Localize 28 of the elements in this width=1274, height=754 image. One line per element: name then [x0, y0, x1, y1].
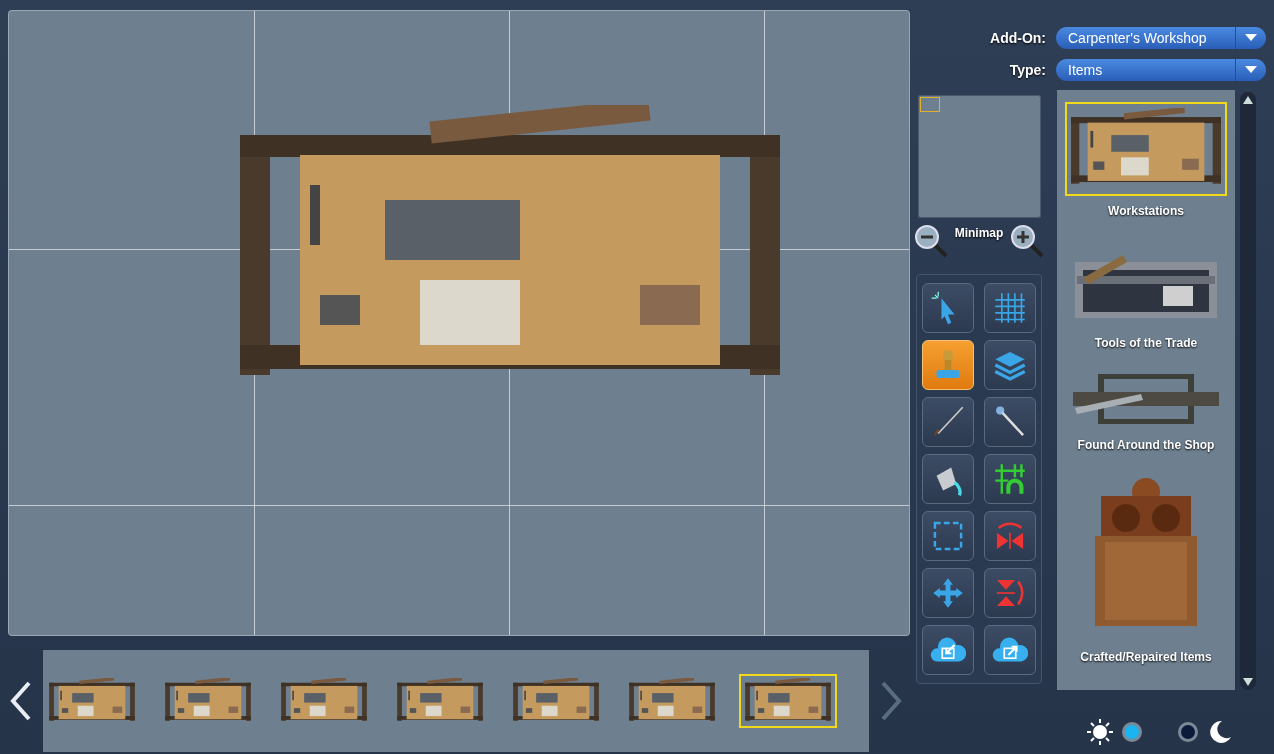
map-canvas[interactable]: [8, 10, 910, 636]
minimap-label: Minimap: [954, 226, 1004, 240]
grid-icon: [992, 290, 1028, 326]
category-item[interactable]: Found Around the Shop: [1065, 368, 1227, 452]
zoom-in-icon: [1010, 224, 1044, 258]
tool-button[interactable]: [984, 454, 1036, 504]
snap-icon: [992, 461, 1028, 497]
tool-button[interactable]: [984, 625, 1036, 675]
caret-icon: [1245, 34, 1257, 42]
category-item[interactable]: Crafted/Repaired Items: [1080, 470, 1212, 664]
table-thumbnail[interactable]: [738, 674, 837, 728]
caret-icon: [1245, 66, 1257, 74]
sun-icon: [1086, 718, 1114, 746]
day-mode-radio[interactable]: [1122, 722, 1142, 742]
type-label: Type:: [1009, 62, 1046, 78]
tool-button[interactable]: [984, 397, 1036, 447]
type-dropdown[interactable]: Items: [1056, 59, 1266, 81]
night-mode-radio[interactable]: [1178, 722, 1198, 742]
add-on-label: Add-On:: [990, 30, 1046, 46]
category-item[interactable]: Tools of the Trade: [1065, 236, 1227, 350]
tool-button[interactable]: [922, 625, 974, 675]
scroll-down-icon: [1243, 678, 1253, 686]
tool-button[interactable]: [922, 454, 974, 504]
brush-icon: [930, 404, 966, 440]
scroll-up-icon: [1243, 96, 1253, 104]
zoom-out-icon: [914, 224, 948, 258]
scrollbar[interactable]: [1240, 92, 1256, 690]
add-on-dropdown[interactable]: Carpenter's Workshop: [1056, 27, 1266, 49]
